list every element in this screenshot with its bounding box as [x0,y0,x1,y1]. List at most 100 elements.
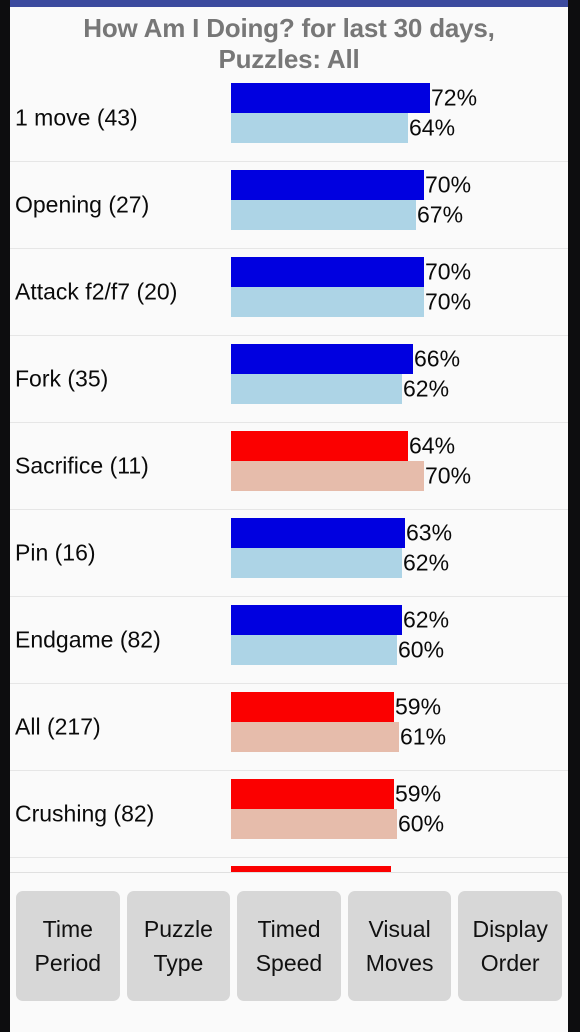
chart-row-label: Pin (16) [15,539,96,566]
bar-value-current: 66% [414,345,461,372]
bar-comparison [231,548,402,578]
bar-line-comparison: 67% [231,200,568,230]
chart-row-label: Sacrifice (11) [15,452,149,479]
bar-value-comparison: 60% [398,810,445,837]
toolbar-button-label-line1: Timed [257,916,321,942]
bar-value-comparison: 60% [398,636,445,663]
bar-line-comparison: 61% [231,722,568,752]
chart-row-label: Crushing (82) [15,800,155,827]
chart-row-bars: 59% 61% [231,692,568,752]
screen: How Am I Doing? for last 30 days, Puzzle… [10,0,568,1032]
bar-current [231,257,424,287]
bar-current [231,518,405,548]
chart-row[interactable]: Pin (16) 63% 62% [10,510,568,597]
bar-line-comparison: 70% [231,287,568,317]
chart-row-bars: 64% 70% [231,431,568,491]
chart-row-bars: 72% 64% [231,83,568,143]
toolbar-button-label-line2: Moves [365,950,434,976]
page-title-line1: How Am I Doing? for last 30 days, [83,13,495,43]
bar-comparison [231,461,424,491]
bar-value-comparison: 62% [403,549,450,576]
bar-line-comparison: 62% [231,374,568,404]
bar-value-comparison: 62% [403,375,450,402]
bar-comparison [231,635,397,665]
bar-line-comparison: 60% [231,809,568,839]
chart-row-bars: 70% 67% [231,170,568,230]
chart-row-bars: 59% 60% [231,779,568,839]
bar-line-comparison: 60% [231,635,568,665]
toolbar-button-puzzle-type[interactable]: Puzzle Type [126,891,231,1001]
bar-line-comparison: 64% [231,113,568,143]
toolbar-button-label-line1: Visual [368,916,431,942]
toolbar-button-label-line1: Time [42,916,93,942]
chart-row-label: Attack f2/f7 (20) [15,278,178,305]
chart-row-bars: 66% 62% [231,344,568,404]
chart-row[interactable]: Sacrifice (11) 64% 70% [10,423,568,510]
chart-row-label: All (217) [15,713,101,740]
bar-value-current: 64% [409,432,456,459]
bar-comparison [231,809,397,839]
chart-row[interactable]: Crushing (82) 59% 60% [10,771,568,858]
bottom-toolbar: Time Period Puzzle Type Timed Speed Visual Move… [10,872,568,1032]
bar-line-current: 72% [231,83,568,113]
page-title: How Am I Doing? for last 30 days, Puzzle… [10,7,568,75]
bar-line-current: 59% [231,692,568,722]
bar-comparison [231,722,399,752]
bar-current [231,344,413,374]
bar-line-current: 63% [231,518,568,548]
chart-row[interactable]: Attack f2/f7 (20) 70% 70% [10,249,568,336]
bar-line-current: 70% [231,170,568,200]
status-bar [10,0,568,7]
bar-current [231,692,394,722]
chart-row-label: Endgame (82) [15,626,161,653]
bar-value-comparison: 70% [425,462,472,489]
bar-value-comparison: 61% [400,723,447,750]
toolbar-button-time-period[interactable]: Time Period [16,891,120,1001]
toolbar-button-label-line2: Type [153,950,204,976]
bar-value-current: 70% [425,171,472,198]
bar-current [231,83,430,113]
app-root: How Am I Doing? for last 30 days, Puzzle… [0,0,580,1032]
bar-current [231,605,402,635]
bar-value-current: 62% [403,606,450,633]
toolbar-button-label-line2: Speed [255,950,323,976]
chart-row-bars: 70% 70% [231,257,568,317]
bar-line-comparison: 62% [231,548,568,578]
bar-comparison [231,287,424,317]
chart-row[interactable]: 1 move (43) 72% 64% [10,75,568,162]
bar-value-comparison: 70% [425,288,472,315]
bar-line-current: 59% [231,779,568,809]
chart-row-bars: 63% 62% [231,518,568,578]
chart-row-label: Fork (35) [15,365,109,392]
bar-current [231,431,408,461]
chart-row[interactable]: Fork (35) 66% 62% [10,336,568,423]
toolbar-button-display-order[interactable]: Display Order [458,891,562,1001]
performance-chart: 1 move (43) 72% 64% Opening (27) 70% 67% Attac… [10,75,568,880]
toolbar-button-label-line2: Period [34,950,102,976]
bar-current [231,779,394,809]
bar-value-current: 59% [395,780,442,807]
bar-value-current: 63% [406,519,453,546]
bar-value-current: 72% [431,84,478,111]
toolbar-button-timed-speed[interactable]: Timed Speed [237,891,341,1001]
toolbar-button-visual-moves[interactable]: Visual Moves [347,891,452,1001]
chart-row-label: 1 move (43) [15,104,138,131]
bar-value-comparison: 67% [417,201,464,228]
bar-line-comparison: 70% [231,461,568,491]
toolbar-button-label-line1: Display [472,916,548,942]
chart-row-label: Opening (27) [15,191,150,218]
chart-row[interactable]: Endgame (82) 62% 60% [10,597,568,684]
bar-line-current: 64% [231,431,568,461]
bar-comparison [231,374,402,404]
bar-value-current: 59% [395,693,442,720]
bar-comparison [231,113,408,143]
chart-row[interactable]: All (217) 59% 61% [10,684,568,771]
bar-line-current: 70% [231,257,568,287]
toolbar-button-label-line2: Order [480,950,540,976]
bar-line-current: 66% [231,344,568,374]
bar-value-current: 70% [425,258,472,285]
bar-comparison [231,200,416,230]
bar-value-comparison: 64% [409,114,456,141]
chart-row[interactable]: Opening (27) 70% 67% [10,162,568,249]
chart-row-bars: 62% 60% [231,605,568,665]
